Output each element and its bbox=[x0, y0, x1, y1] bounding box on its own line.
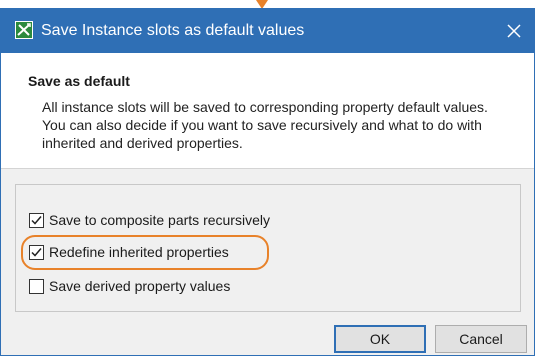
header-panel: Save as default All instance slots will … bbox=[1, 53, 534, 169]
close-button[interactable] bbox=[500, 17, 528, 45]
option-save-derived[interactable]: Save derived property values bbox=[29, 276, 230, 296]
options-group: Save to composite parts recursively Rede… bbox=[15, 184, 521, 312]
option-label: Save to composite parts recursively bbox=[49, 212, 270, 228]
cancel-button[interactable]: Cancel bbox=[435, 325, 527, 353]
checkmark-icon bbox=[31, 215, 42, 225]
section-title: Save as default bbox=[28, 73, 130, 89]
section-description: All instance slots will be saved to corr… bbox=[42, 99, 488, 151]
close-icon bbox=[507, 24, 521, 38]
option-label: Redefine inherited properties bbox=[49, 244, 229, 260]
window-title: Save Instance slots as default values bbox=[41, 22, 305, 39]
option-redefine-inherited[interactable]: Redefine inherited properties bbox=[29, 242, 229, 262]
app-icon bbox=[15, 21, 33, 39]
option-save-composite-parts[interactable]: Save to composite parts recursively bbox=[29, 210, 270, 230]
checkbox-save-composite-parts[interactable] bbox=[29, 212, 44, 228]
checkbox-redefine-inherited[interactable] bbox=[29, 244, 44, 260]
title-bar[interactable]: Save Instance slots as default values bbox=[1, 9, 534, 53]
checkbox-save-derived[interactable] bbox=[29, 278, 44, 294]
option-label: Save derived property values bbox=[49, 278, 231, 294]
screenshot-stage: Save Instance slots as default values Sa… bbox=[0, 0, 535, 356]
save-default-dialog: Save Instance slots as default values Sa… bbox=[0, 8, 535, 356]
checkmark-icon bbox=[31, 247, 42, 257]
ok-button[interactable]: OK bbox=[334, 325, 426, 353]
